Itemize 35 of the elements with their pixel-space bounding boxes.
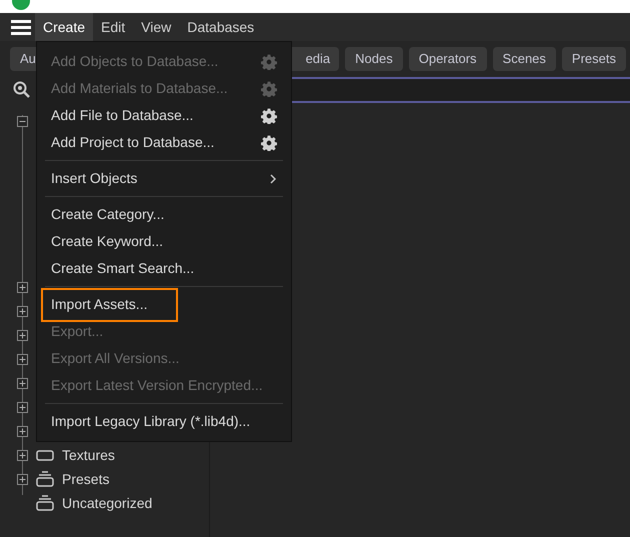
expand-icon[interactable] [17, 402, 28, 412]
menu-icon[interactable] [11, 19, 31, 35]
menu-item[interactable]: Databases [179, 13, 262, 41]
stack-icon [36, 495, 54, 511]
filter-tab[interactable]: Operators [408, 47, 487, 71]
expand-icon[interactable] [17, 282, 28, 292]
filter-tab[interactable]: Nodes [345, 47, 403, 71]
folder-icon [36, 450, 54, 460]
menu-option[interactable]: Import Legacy Library (*.lib4d)... [51, 411, 250, 432]
expand-icon[interactable] [17, 354, 28, 364]
menu-item[interactable]: Edit [93, 13, 134, 41]
menu-option[interactable]: Create Smart Search... [51, 258, 194, 279]
expand-icon[interactable] [17, 330, 28, 340]
menu-option[interactable]: Import Assets... [51, 294, 148, 315]
stack-icon [36, 471, 54, 487]
menu-option[interactable]: Create Keyword... [51, 231, 164, 252]
tree-item[interactable]: Presets [62, 468, 110, 490]
expand-icon[interactable] [17, 474, 28, 484]
expand-icon[interactable] [17, 450, 28, 460]
menu-option[interactable]: Insert Objects [51, 168, 138, 189]
tree-item[interactable]: Uncategorized [62, 492, 152, 514]
chevron-right-icon [269, 172, 277, 184]
collapse-icon[interactable] [17, 116, 28, 126]
expand-icon[interactable] [17, 426, 28, 436]
menu-option[interactable]: Add File to Database... [51, 105, 194, 126]
expand-icon[interactable] [17, 378, 28, 388]
menu-item[interactable]: Create [35, 13, 94, 41]
menu-option[interactable]: Create Category... [51, 204, 164, 225]
tree-item[interactable]: Textures [62, 444, 115, 466]
filter-tab[interactable]: Presets [562, 47, 626, 71]
expand-icon[interactable] [17, 306, 28, 316]
search-icon[interactable] [12, 80, 32, 100]
menu-option[interactable]: Add Project to Database... [51, 132, 214, 153]
filter-tab[interactable]: Scenes [492, 47, 556, 71]
menu-item[interactable]: View [133, 13, 180, 41]
